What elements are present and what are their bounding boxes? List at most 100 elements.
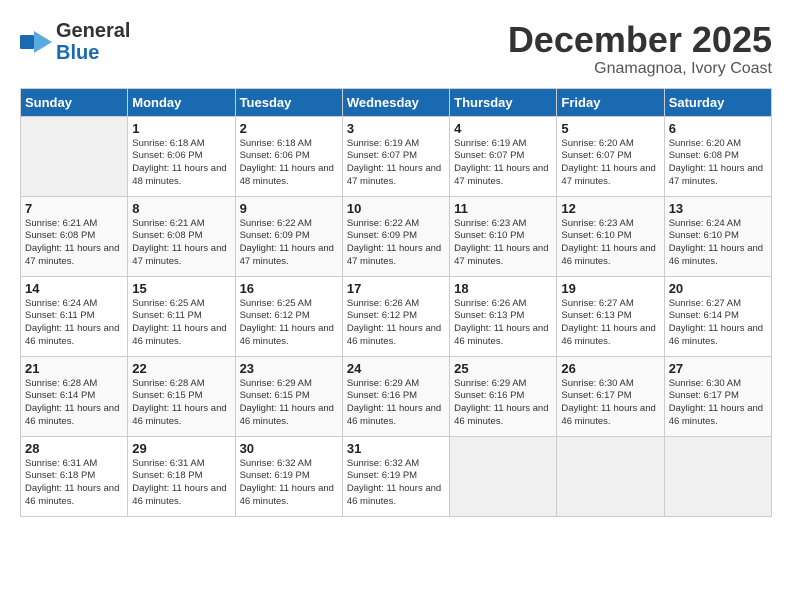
day-cell bbox=[664, 436, 771, 516]
day-info: Sunrise: 6:28 AMSunset: 6:14 PMDaylight:… bbox=[25, 378, 123, 429]
day-number: 24 bbox=[347, 361, 445, 376]
day-number: 20 bbox=[669, 281, 767, 296]
day-info: Sunrise: 6:30 AMSunset: 6:17 PMDaylight:… bbox=[669, 378, 767, 429]
calendar-table: SundayMondayTuesdayWednesdayThursdayFrid… bbox=[20, 88, 772, 517]
day-info: Sunrise: 6:27 AMSunset: 6:13 PMDaylight:… bbox=[561, 298, 659, 349]
day-info: Sunrise: 6:25 AMSunset: 6:11 PMDaylight:… bbox=[132, 298, 230, 349]
day-number: 10 bbox=[347, 201, 445, 216]
day-number: 12 bbox=[561, 201, 659, 216]
week-row-1: 1 Sunrise: 6:18 AMSunset: 6:06 PMDaylight… bbox=[21, 116, 772, 196]
day-info: Sunrise: 6:23 AMSunset: 6:10 PMDaylight:… bbox=[454, 218, 552, 269]
day-info: Sunrise: 6:22 AMSunset: 6:09 PMDaylight:… bbox=[240, 218, 338, 269]
day-number: 15 bbox=[132, 281, 230, 296]
day-number: 5 bbox=[561, 121, 659, 136]
day-number: 1 bbox=[132, 121, 230, 136]
day-cell: 11 Sunrise: 6:23 AMSunset: 6:10 PMDayligh… bbox=[450, 196, 557, 276]
day-info: Sunrise: 6:31 AMSunset: 6:18 PMDaylight:… bbox=[132, 458, 230, 509]
day-cell: 16 Sunrise: 6:25 AMSunset: 6:12 PMDayligh… bbox=[235, 276, 342, 356]
week-row-3: 14 Sunrise: 6:24 AMSunset: 6:11 PMDayligh… bbox=[21, 276, 772, 356]
day-info: Sunrise: 6:19 AMSunset: 6:07 PMDaylight:… bbox=[347, 138, 445, 189]
day-info: Sunrise: 6:18 AMSunset: 6:06 PMDaylight:… bbox=[240, 138, 338, 189]
day-info: Sunrise: 6:19 AMSunset: 6:07 PMDaylight:… bbox=[454, 138, 552, 189]
day-info: Sunrise: 6:18 AMSunset: 6:06 PMDaylight:… bbox=[132, 138, 230, 189]
day-cell: 15 Sunrise: 6:25 AMSunset: 6:11 PMDayligh… bbox=[128, 276, 235, 356]
day-cell: 3 Sunrise: 6:19 AMSunset: 6:07 PMDaylight… bbox=[342, 116, 449, 196]
day-number: 28 bbox=[25, 441, 123, 456]
page-header: General Blue December 2025 Gnamagnoa, Iv… bbox=[20, 20, 772, 78]
day-cell: 10 Sunrise: 6:22 AMSunset: 6:09 PMDayligh… bbox=[342, 196, 449, 276]
day-cell: 14 Sunrise: 6:24 AMSunset: 6:11 PMDayligh… bbox=[21, 276, 128, 356]
day-number: 14 bbox=[25, 281, 123, 296]
day-info: Sunrise: 6:32 AMSunset: 6:19 PMDaylight:… bbox=[240, 458, 338, 509]
day-number: 23 bbox=[240, 361, 338, 376]
day-cell: 19 Sunrise: 6:27 AMSunset: 6:13 PMDayligh… bbox=[557, 276, 664, 356]
day-cell: 25 Sunrise: 6:29 AMSunset: 6:16 PMDayligh… bbox=[450, 356, 557, 436]
day-number: 8 bbox=[132, 201, 230, 216]
day-number: 31 bbox=[347, 441, 445, 456]
week-row-4: 21 Sunrise: 6:28 AMSunset: 6:14 PMDayligh… bbox=[21, 356, 772, 436]
day-cell: 9 Sunrise: 6:22 AMSunset: 6:09 PMDaylight… bbox=[235, 196, 342, 276]
day-number: 21 bbox=[25, 361, 123, 376]
day-number: 17 bbox=[347, 281, 445, 296]
col-header-saturday: Saturday bbox=[664, 88, 771, 116]
day-cell: 29 Sunrise: 6:31 AMSunset: 6:18 PMDayligh… bbox=[128, 436, 235, 516]
day-cell: 2 Sunrise: 6:18 AMSunset: 6:06 PMDaylight… bbox=[235, 116, 342, 196]
day-cell bbox=[557, 436, 664, 516]
day-number: 16 bbox=[240, 281, 338, 296]
day-info: Sunrise: 6:22 AMSunset: 6:09 PMDaylight:… bbox=[347, 218, 445, 269]
logo-text-blue: Blue bbox=[56, 42, 130, 64]
day-number: 18 bbox=[454, 281, 552, 296]
day-cell: 22 Sunrise: 6:28 AMSunset: 6:15 PMDayligh… bbox=[128, 356, 235, 436]
day-cell: 13Sunrise: 6:24 AMSunset: 6:10 PMDayligh… bbox=[664, 196, 771, 276]
day-cell: 5 Sunrise: 6:20 AMSunset: 6:07 PMDaylight… bbox=[557, 116, 664, 196]
day-info: Sunrise: 6:26 AMSunset: 6:12 PMDaylight:… bbox=[347, 298, 445, 349]
day-cell: 20 Sunrise: 6:27 AMSunset: 6:14 PMDayligh… bbox=[664, 276, 771, 356]
day-cell: 30 Sunrise: 6:32 AMSunset: 6:19 PMDayligh… bbox=[235, 436, 342, 516]
day-info: Sunrise: 6:29 AMSunset: 6:16 PMDaylight:… bbox=[454, 378, 552, 429]
day-cell: 27Sunrise: 6:30 AMSunset: 6:17 PMDayligh… bbox=[664, 356, 771, 436]
day-info: Sunrise: 6:26 AMSunset: 6:13 PMDaylight:… bbox=[454, 298, 552, 349]
day-cell: 31Sunrise: 6:32 AMSunset: 6:19 PMDayligh… bbox=[342, 436, 449, 516]
day-info: Sunrise: 6:28 AMSunset: 6:15 PMDaylight:… bbox=[132, 378, 230, 429]
day-number: 19 bbox=[561, 281, 659, 296]
day-number: 22 bbox=[132, 361, 230, 376]
day-number: 4 bbox=[454, 121, 552, 136]
day-cell bbox=[21, 116, 128, 196]
day-number: 25 bbox=[454, 361, 552, 376]
day-info: Sunrise: 6:20 AMSunset: 6:08 PMDaylight:… bbox=[669, 138, 767, 189]
logo: General Blue bbox=[20, 20, 130, 64]
day-info: Sunrise: 6:29 AMSunset: 6:15 PMDaylight:… bbox=[240, 378, 338, 429]
col-header-friday: Friday bbox=[557, 88, 664, 116]
col-header-sunday: Sunday bbox=[21, 88, 128, 116]
day-info: Sunrise: 6:23 AMSunset: 6:10 PMDaylight:… bbox=[561, 218, 659, 269]
logo-text-general: General bbox=[56, 20, 130, 42]
col-header-tuesday: Tuesday bbox=[235, 88, 342, 116]
day-number: 6 bbox=[669, 121, 767, 136]
week-row-2: 7Sunrise: 6:21 AMSunset: 6:08 PMDaylight… bbox=[21, 196, 772, 276]
day-info: Sunrise: 6:20 AMSunset: 6:07 PMDaylight:… bbox=[561, 138, 659, 189]
day-number: 2 bbox=[240, 121, 338, 136]
col-header-thursday: Thursday bbox=[450, 88, 557, 116]
day-cell: 6 Sunrise: 6:20 AMSunset: 6:08 PMDaylight… bbox=[664, 116, 771, 196]
day-cell bbox=[450, 436, 557, 516]
day-number: 11 bbox=[454, 201, 552, 216]
day-info: Sunrise: 6:29 AMSunset: 6:16 PMDaylight:… bbox=[347, 378, 445, 429]
day-cell: 26Sunrise: 6:30 AMSunset: 6:17 PMDayligh… bbox=[557, 356, 664, 436]
day-info: Sunrise: 6:31 AMSunset: 6:18 PMDaylight:… bbox=[25, 458, 123, 509]
col-header-wednesday: Wednesday bbox=[342, 88, 449, 116]
day-number: 29 bbox=[132, 441, 230, 456]
day-cell: 1 Sunrise: 6:18 AMSunset: 6:06 PMDaylight… bbox=[128, 116, 235, 196]
day-number: 13 bbox=[669, 201, 767, 216]
day-number: 30 bbox=[240, 441, 338, 456]
day-info: Sunrise: 6:25 AMSunset: 6:12 PMDaylight:… bbox=[240, 298, 338, 349]
day-info: Sunrise: 6:24 AMSunset: 6:11 PMDaylight:… bbox=[25, 298, 123, 349]
day-number: 26 bbox=[561, 361, 659, 376]
day-info: Sunrise: 6:27 AMSunset: 6:14 PMDaylight:… bbox=[669, 298, 767, 349]
day-cell: 8Sunrise: 6:21 AMSunset: 6:08 PMDaylight… bbox=[128, 196, 235, 276]
location-subtitle: Gnamagnoa, Ivory Coast bbox=[508, 60, 772, 78]
logo-icon bbox=[20, 31, 52, 53]
day-cell: 12 Sunrise: 6:23 AMSunset: 6:10 PMDayligh… bbox=[557, 196, 664, 276]
day-number: 9 bbox=[240, 201, 338, 216]
day-cell: 17 Sunrise: 6:26 AMSunset: 6:12 PMDayligh… bbox=[342, 276, 449, 356]
day-number: 3 bbox=[347, 121, 445, 136]
